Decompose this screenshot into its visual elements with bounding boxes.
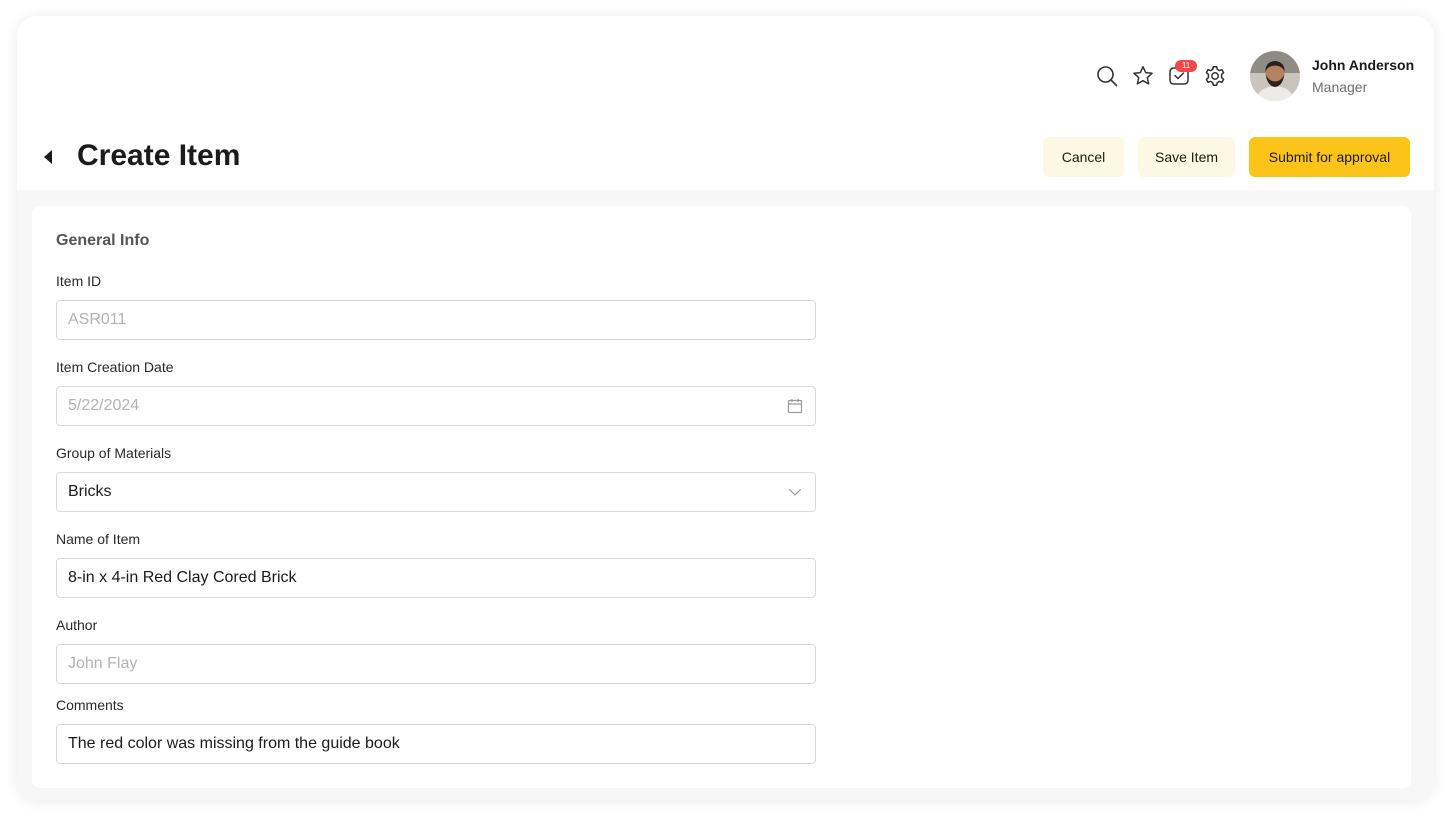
notification-badge: 11 [1175,60,1197,72]
item-id-placeholder: ASR011 [68,311,127,328]
comments-label: Comments [56,697,124,713]
save-item-button[interactable]: Save Item [1138,137,1235,177]
item-name-field[interactable]: 8-in x 4-in Red Clay Cored Brick [56,558,816,598]
author-field[interactable]: John Flay [56,644,816,684]
group-label: Group of Materials [56,445,172,461]
comments-field[interactable]: The red color was missing from the guide… [56,724,816,764]
search-icon[interactable] [1094,63,1120,89]
back-arrow-icon[interactable] [39,147,57,167]
group-value: Bricks [68,483,112,500]
submit-for-approval-button[interactable]: Submit for approval [1249,137,1410,177]
item-id-field[interactable]: ASR011 [56,300,816,340]
cancel-button[interactable]: Cancel [1043,137,1124,177]
avatar[interactable] [1250,51,1300,101]
item-id-label: Item ID [56,273,102,289]
top-header: 11 John Anderson Manager Create Item Can… [17,16,1434,190]
item-name-label: Name of Item [56,531,141,547]
chevron-down-icon [786,483,804,501]
app-window: 11 John Anderson Manager Create Item Can… [17,16,1434,800]
gear-icon[interactable] [1202,63,1228,89]
user-role: Manager [1312,79,1368,95]
page-title: Create Item [77,139,241,172]
comments-value: The red color was missing from the guide… [68,735,400,752]
creation-date-placeholder: 5/22/2024 [68,397,140,414]
author-label: Author [56,617,98,633]
general-info-form: General Info Item ID ASR011 Item Creatio… [32,206,1411,788]
calendar-icon[interactable] [786,397,804,415]
star-icon[interactable] [1130,63,1156,89]
creation-date-label: Item Creation Date [56,359,174,375]
creation-date-field[interactable]: 5/22/2024 [56,386,816,426]
user-name: John Anderson [1312,57,1415,73]
group-select[interactable]: Bricks [56,472,816,512]
author-placeholder: John Flay [68,655,138,672]
section-title: General Info [56,232,150,249]
item-name-value: 8-in x 4-in Red Clay Cored Brick [68,569,297,586]
